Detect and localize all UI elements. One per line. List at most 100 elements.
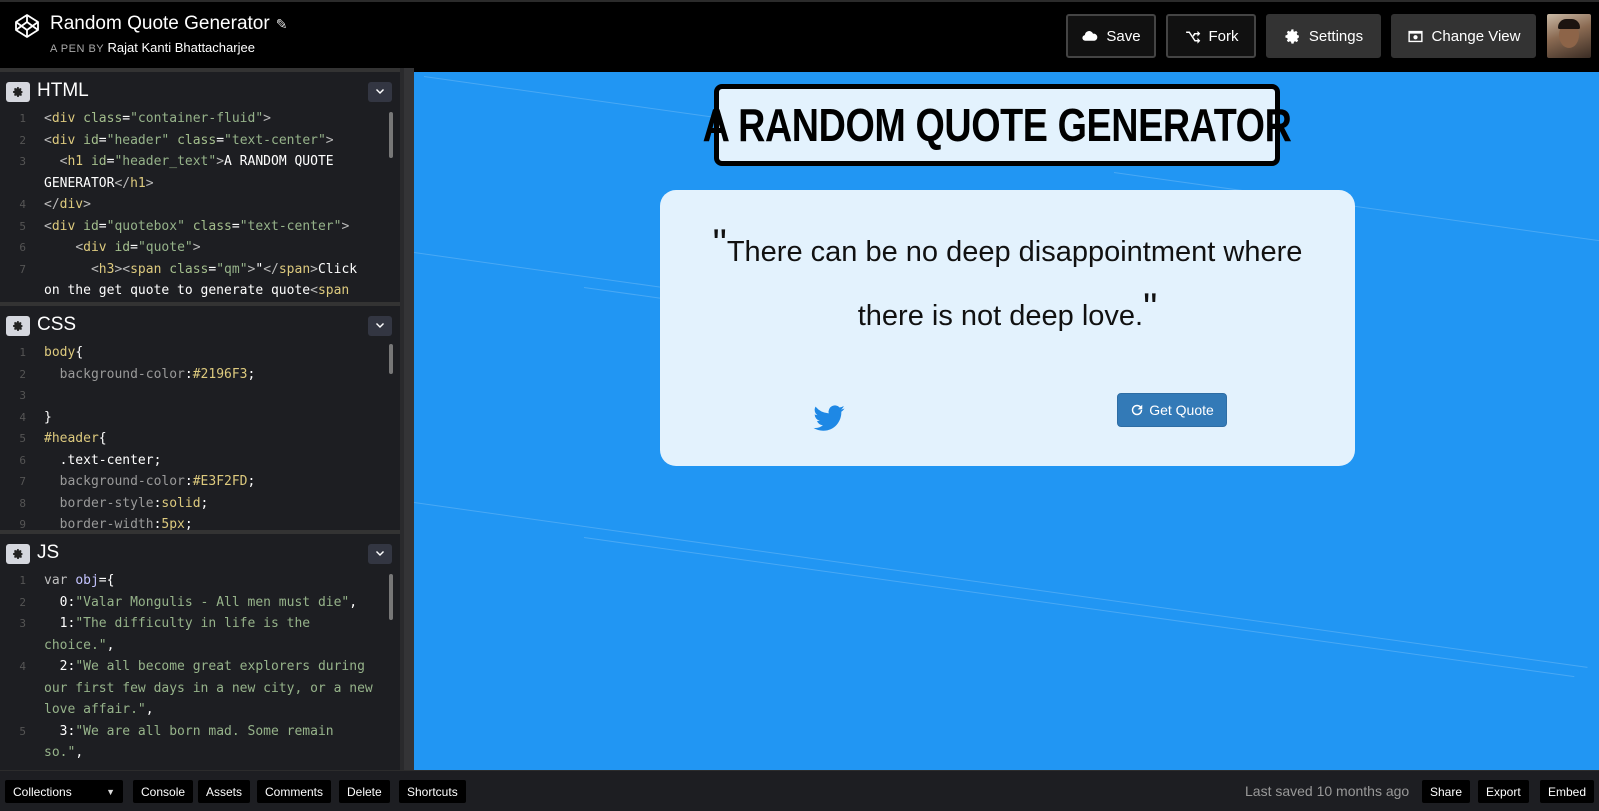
shortcuts-button[interactable]: Shortcuts [399,780,466,803]
code-text: </div> [44,197,91,212]
embed-button[interactable]: Embed [1540,780,1595,803]
html-editor[interactable]: HTML 1 <div class="container-fluid"> 2 <div… [0,72,400,302]
js-code[interactable]: 1 var obj={ 2 0:"Valar Mongulis - All men … [0,570,400,764]
code-line[interactable]: 2 <div id="header" class="text-center"> [0,130,400,152]
line-number: 3 [19,389,26,402]
fork-label: Fork [1208,27,1239,45]
pen-title-text[interactable]: Random Quote Generator [50,13,270,35]
code-line[interactable]: 4 2:"We all become great explorers durin… [0,656,400,721]
html-code[interactable]: 1 <div class="container-fluid"> 2 <div id="… [0,108,400,302]
css-settings-icon[interactable] [6,316,30,336]
collections-label: Collections [13,784,72,799]
code-line[interactable]: 6 .text-center; [0,450,400,472]
code-text: #header{ [44,431,107,446]
settings-label: Settings [1308,27,1364,45]
css-editor[interactable]: CSS 1 body{2 background-color:#2196F3; 3 4… [0,306,400,530]
user-avatar[interactable] [1547,14,1591,58]
line-number: 4 [19,198,26,211]
code-line[interactable]: 7 background-color:#E3F2FD; [0,471,400,493]
assets-button[interactable]: Assets [198,780,251,803]
codepen-logo-icon[interactable] [14,13,40,39]
code-text: 3:"We are all born mad. Some remain so."… [44,723,342,761]
code-text: <h3><span class="qm">"</span>Click on th… [44,261,365,299]
line-number: 2 [19,367,26,381]
code-text: var obj={ [44,573,115,588]
code-line[interactable]: 5 3:"We are all born mad. Some remain so… [0,721,400,764]
line-number: 8 [19,496,26,510]
resize-handle[interactable] [400,68,414,770]
change-view-label: Change View [1431,27,1521,45]
author-link[interactable]: Rajat Kanti Bhattacharjee [108,40,255,55]
js-editor-title: JS [37,542,60,563]
js-settings-icon[interactable] [6,544,30,564]
pen-title[interactable]: Random Quote Generator ✎ [50,13,287,35]
open-quote-mark: " [712,222,727,266]
js-collapse-chevron-icon[interactable] [368,544,392,564]
close-quote-mark: " [1143,286,1158,330]
code-text: .text-center; [44,452,162,468]
line-number: 5 [19,219,26,233]
code-line[interactable]: 9 border-width:5px; [0,514,400,530]
code-text: body{ [44,345,84,360]
css-scrollbar[interactable] [389,344,393,374]
settings-button[interactable]: Settings [1266,14,1381,58]
twitter-icon[interactable] [810,402,848,436]
share-button[interactable]: Share [1422,780,1471,803]
code-text: background-color:#2196F3; [59,366,256,382]
last-saved-status: Last saved 10 months ago [1245,783,1410,799]
line-number: 1 [19,574,26,587]
line-number: 3 [19,155,26,168]
export-button[interactable]: Export [1478,780,1529,803]
line-number: 6 [19,241,26,254]
line-number: 1 [19,346,26,359]
code-line[interactable]: 7 <h3><span class="qm">"</span>Click on … [0,259,400,302]
code-line[interactable]: 1 <div class="container-fluid"> [0,108,400,130]
code-line[interactable]: 3 [0,385,400,407]
code-text: <div class="container-fluid"> [44,111,271,126]
get-quote-label: Get Quote [1149,402,1214,418]
line-number: 4 [19,660,26,673]
html-scrollbar[interactable] [389,112,393,158]
caret-down-icon: ▼ [106,786,115,797]
comments-button[interactable]: Comments [257,780,332,803]
code-line[interactable]: 1 var obj={ [0,570,400,592]
html-editor-header: HTML [0,72,400,108]
code-line[interactable]: 3 <h1 id="header_text">A RANDOM QUOTE GE… [0,151,400,194]
code-line[interactable]: 5 #header{ [0,428,400,450]
get-quote-button[interactable]: Get Quote [1117,393,1227,427]
delete-button[interactable]: Delete [339,780,390,803]
pencil-icon[interactable]: ✎ [276,16,288,33]
code-text: <div id="quote"> [75,240,201,255]
html-settings-icon[interactable] [6,82,30,102]
js-scrollbar[interactable] [389,574,393,620]
html-collapse-chevron-icon[interactable] [368,82,392,102]
js-editor[interactable]: JS 1 var obj={ 2 0:"Valar Mongulis - All m… [0,534,400,774]
quote-text: "There can be no deep disappointment whe… [680,220,1335,348]
gear-icon [1285,28,1299,44]
quote-box: "There can be no deep disappointment whe… [660,190,1355,466]
byline-prefix: A PEN BY [50,43,104,55]
console-button[interactable]: Console [133,780,194,803]
editor-panel: HTML 1 <div class="container-fluid"> 2 <div… [0,68,400,774]
save-label: Save [1106,27,1141,45]
code-line[interactable]: 6 <div id="quote"> [0,237,400,259]
fork-button[interactable]: Fork [1166,14,1256,58]
code-line[interactable]: 2 0:"Valar Mongulis - All men must die", [0,592,400,614]
code-line[interactable]: 2 background-color:#2196F3; [0,364,400,386]
collections-dropdown[interactable]: Collections ▼ [5,780,123,803]
code-text: <h1 id="header_text">A RANDOM QUOTE GENE… [44,154,342,191]
code-line[interactable]: 4} [0,407,400,429]
save-button[interactable]: Save [1066,14,1156,58]
css-collapse-chevron-icon[interactable] [368,316,392,336]
code-line[interactable]: 8 border-style:solid; [0,493,400,515]
line-number: 7 [19,475,26,488]
css-code[interactable]: 1 body{ 2 background-color:#2196F3; 3 4} 5 #h… [0,342,400,530]
change-view-button[interactable]: Change View [1391,14,1536,58]
code-text: 1:"The difficulty in life is the choice.… [44,616,318,653]
code-line[interactable]: 4 </div> [0,194,400,216]
code-line[interactable]: 1 body{ [0,342,400,364]
top-bar: Random Quote Generator ✎ A PEN BY Rajat … [0,0,1599,66]
code-line[interactable]: 5 <div id="quotebox" class="text-center"> [0,216,400,238]
code-line[interactable]: 3 1:"The difficulty in life is the choic… [0,613,400,656]
